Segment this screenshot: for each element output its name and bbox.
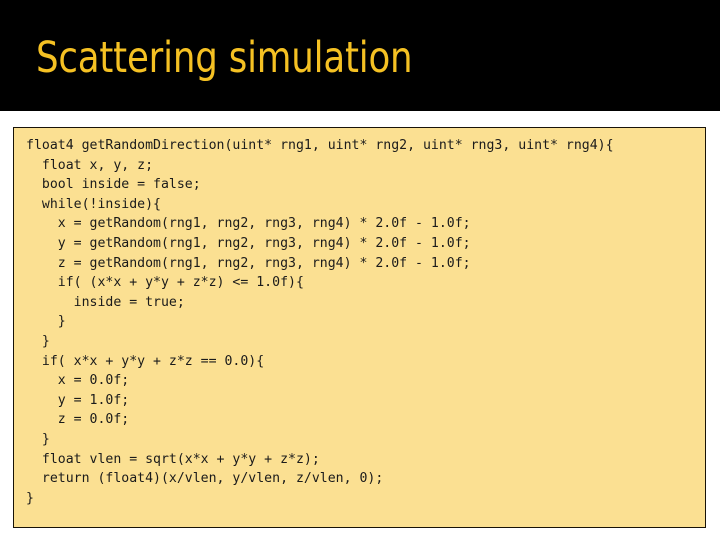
code-panel: float4 getRandomDirection(uint* rng1, ui… <box>13 127 706 528</box>
presentation-slide: Scattering simulation float4 getRandomDi… <box>0 0 720 540</box>
code-block: float4 getRandomDirection(uint* rng1, ui… <box>26 138 614 506</box>
page-title: Scattering simulation <box>36 33 413 83</box>
